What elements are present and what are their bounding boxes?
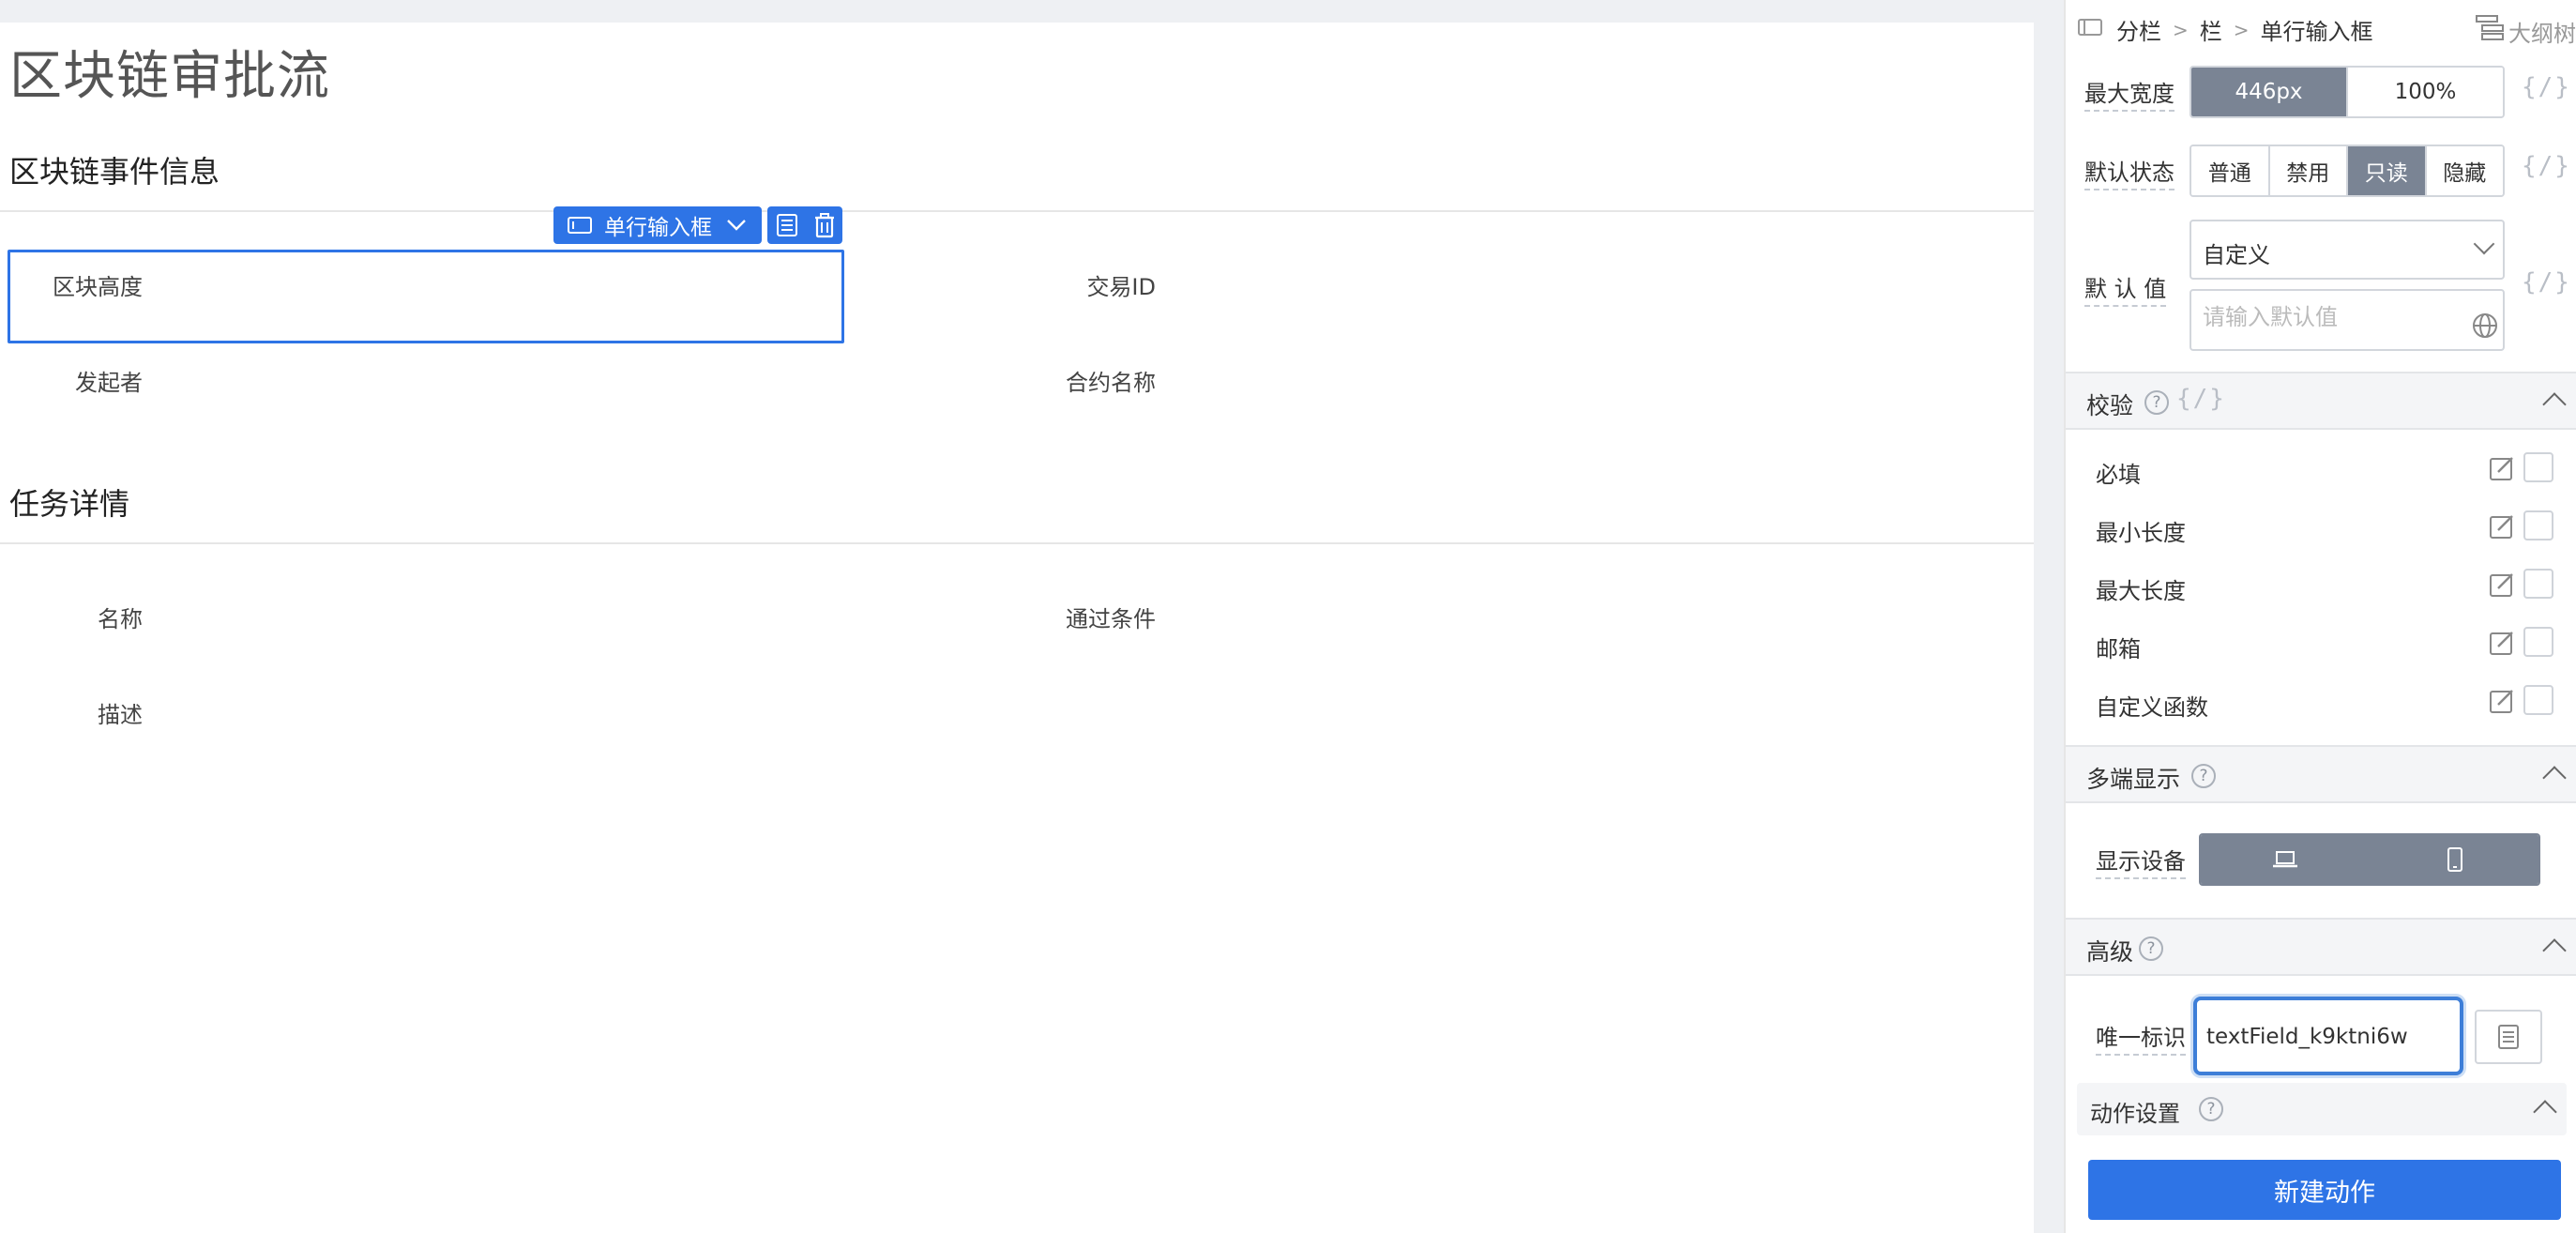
action-settings-title: 动作设置 [2090, 1101, 2180, 1127]
fx-binding-icon[interactable]: {/} [2522, 152, 2571, 180]
column-icon [2078, 19, 2102, 36]
chevron-up-icon[interactable] [2542, 392, 2567, 417]
advanced-section-header[interactable]: 高级 ? [2066, 918, 2576, 976]
device-option-desktop[interactable] [2201, 835, 2371, 884]
validation-rule-checkbox[interactable] [2523, 685, 2553, 715]
chevron-up-icon[interactable] [2542, 938, 2567, 963]
selected-component-type[interactable]: 单行输入框 [553, 206, 762, 244]
breadcrumb-separator: > [2173, 18, 2189, 41]
copy-icon[interactable] [774, 212, 800, 238]
copy-id-button[interactable] [2475, 1010, 2542, 1064]
validation-title: 校验 [2086, 392, 2134, 419]
field-label-name: 名称 [98, 606, 143, 632]
device-option-mobile[interactable] [2371, 835, 2538, 884]
state-option-hidden[interactable]: 隐藏 [2426, 146, 2503, 195]
validation-rule-checkbox[interactable] [2523, 627, 2553, 657]
breadcrumb-item-mid[interactable]: 栏 [2200, 13, 2222, 46]
edit-icon[interactable] [2488, 571, 2516, 599]
validation-rule-checkbox[interactable] [2523, 510, 2553, 540]
validation-rule-checkbox[interactable] [2523, 569, 2553, 599]
edit-icon[interactable] [2488, 687, 2516, 715]
fx-binding-icon[interactable]: {/} [2522, 73, 2571, 101]
globe-icon[interactable] [2471, 312, 2499, 340]
section-divider [0, 542, 2034, 544]
default-value-input[interactable]: 请输入默认值 [2190, 289, 2505, 351]
help-icon[interactable]: ? [2191, 764, 2216, 788]
breadcrumb-separator: > [2233, 18, 2250, 41]
validation-rule-label: 最大长度 [2096, 578, 2186, 604]
default-value-mode: 自定义 [2203, 242, 2270, 268]
form-canvas: 区块链审批流 区块链事件信息 单行输入框 区块高度 交易ID 发起者 合约名称 … [0, 23, 2034, 1233]
unique-id-value: textField_k9ktni6w [2206, 1025, 2408, 1049]
mobile-icon [2447, 847, 2462, 872]
laptop-icon [2272, 851, 2297, 868]
default-value-mode-select[interactable]: 自定义 [2190, 220, 2505, 280]
display-device-segment [2199, 833, 2540, 886]
multi-device-title: 多端显示 [2086, 766, 2181, 793]
multi-device-section-header[interactable]: 多端显示 ? [2066, 745, 2576, 803]
selected-type-label: 单行输入框 [604, 216, 712, 240]
input-component-icon [568, 217, 592, 234]
copy-icon [2498, 1025, 2519, 1049]
max-width-segment: 446px 100% [2190, 66, 2505, 118]
unique-id-input[interactable]: textField_k9ktni6w [2193, 997, 2463, 1075]
outline-tree-label[interactable]: 大纲树 [2508, 15, 2576, 48]
max-width-option-percent[interactable]: 100% [2348, 68, 2503, 116]
default-state-label: 默认状态 [2084, 154, 2174, 190]
delete-icon[interactable] [812, 212, 837, 238]
help-icon[interactable]: ? [2139, 936, 2163, 961]
edit-icon[interactable] [2488, 512, 2516, 540]
chevron-up-icon[interactable] [2542, 766, 2567, 790]
fx-binding-icon[interactable]: {/} [2522, 268, 2571, 297]
help-icon[interactable]: ? [2144, 390, 2169, 415]
chevron-down-icon [2473, 233, 2495, 255]
default-state-segment: 普通 禁用 只读 隐藏 [2190, 145, 2505, 197]
action-settings-header[interactable]: 动作设置 ? [2077, 1083, 2567, 1135]
display-device-label: 显示设备 [2096, 843, 2186, 879]
validation-rule-label: 必填 [2096, 462, 2141, 488]
breadcrumb-item-root[interactable]: 分栏 [2116, 13, 2161, 46]
validation-section-header[interactable]: 校验 ? {/} [2066, 372, 2576, 430]
chevron-down-icon [727, 220, 746, 231]
edit-icon[interactable] [2488, 454, 2516, 482]
field-label-description: 描述 [98, 702, 143, 728]
section-title-task: 任务详情 [9, 486, 130, 522]
new-action-button[interactable]: 新建动作 [2088, 1160, 2561, 1220]
default-value-label: 默 认 值 [2084, 270, 2167, 307]
field-label-initiator: 发起者 [75, 370, 143, 396]
properties-panel: 分栏 > 栏 > 单行输入框 大纲树 最大宽度 446px 100% {/} 默… [2064, 0, 2576, 1233]
outline-tree-icon[interactable] [2475, 13, 2505, 41]
field-label-pass-condition: 通过条件 [1066, 606, 1156, 632]
breadcrumb-item-leaf[interactable]: 单行输入框 [2261, 13, 2373, 46]
help-icon[interactable]: ? [2199, 1097, 2223, 1121]
field-label-block-height: 区块高度 [53, 274, 143, 300]
section-divider [0, 210, 2034, 212]
validation-rule-label: 邮箱 [2096, 636, 2141, 662]
state-option-readonly[interactable]: 只读 [2348, 146, 2427, 195]
default-value-placeholder: 请输入默认值 [2203, 304, 2338, 330]
state-option-disabled[interactable]: 禁用 [2269, 146, 2348, 195]
breadcrumb: 分栏 > 栏 > 单行输入框 [2116, 13, 2373, 46]
edit-icon[interactable] [2488, 629, 2516, 657]
validation-rule-label: 最小长度 [2096, 520, 2186, 546]
chevron-up-icon[interactable] [2533, 1100, 2557, 1124]
max-width-option-px[interactable]: 446px [2191, 68, 2348, 116]
field-label-contract: 合约名称 [1066, 370, 1156, 396]
page-title: 区块链审批流 [9, 46, 330, 107]
max-width-label: 最大宽度 [2084, 75, 2174, 112]
field-label-tx-id: 交易ID [1086, 274, 1156, 300]
validation-rule-label: 自定义函数 [2096, 694, 2208, 721]
selection-actions [767, 206, 842, 244]
section-title-blockchain: 区块链事件信息 [9, 154, 220, 190]
unique-id-label: 唯一标识 [2096, 1019, 2186, 1056]
advanced-title: 高级 [2086, 938, 2134, 966]
state-option-normal[interactable]: 普通 [2191, 146, 2270, 195]
validation-rule-checkbox[interactable] [2523, 452, 2553, 482]
fx-binding-icon[interactable]: {/} [2176, 385, 2226, 413]
